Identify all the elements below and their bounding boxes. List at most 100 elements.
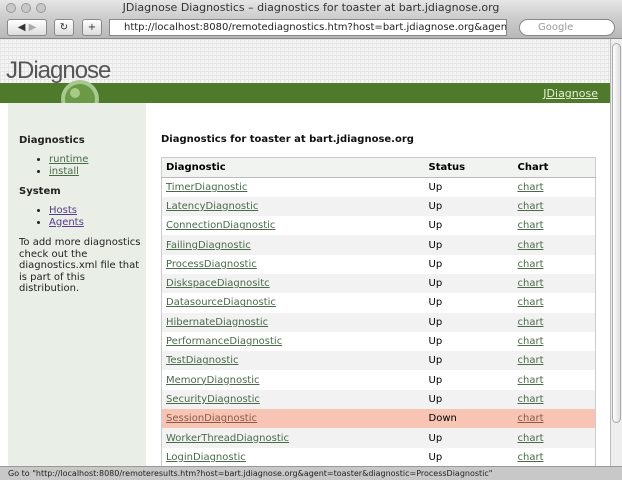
- diagnostic-link[interactable]: FailingDiagnostic: [166, 240, 251, 251]
- table-row: TimerDiagnostic Up chart: [162, 178, 596, 197]
- sidebar: Diagnostics runtime install System Hosts…: [8, 103, 146, 466]
- diagnostic-cell: ProcessDiagnostic: [162, 255, 425, 274]
- minimize-window-button[interactable]: [21, 3, 31, 13]
- status-cell: Up: [428, 336, 443, 348]
- status-cell: Up: [428, 374, 443, 386]
- diagnostic-cell: SecurityDiagnostic: [161, 389, 425, 410]
- chart-link[interactable]: chart: [518, 201, 544, 212]
- chart-link[interactable]: chart: [518, 240, 544, 251]
- chart-cell: chart: [514, 448, 596, 466]
- diagnostic-cell: WorkerThreadDiagnostic: [161, 428, 425, 448]
- sidebar-link-agents[interactable]: Agents: [49, 217, 84, 228]
- diagnostic-link[interactable]: DiskspaceDiagnositc: [166, 278, 270, 289]
- address-bar[interactable]: http://localhost:8080/remotediagnostics.…: [109, 19, 507, 36]
- table-row: HibernateDiagnostic Up chart: [161, 312, 596, 332]
- diagnostic-cell: ConnectionDiagnostic: [162, 216, 425, 235]
- diagnostic-link[interactable]: SessionDiagnostic: [166, 413, 257, 424]
- chart-link[interactable]: chart: [518, 413, 544, 424]
- table-row: FailingDiagnostic Up chart: [161, 235, 596, 255]
- diagnostic-cell: HibernateDiagnostic: [161, 312, 425, 332]
- back-icon[interactable]: ◀: [18, 22, 26, 33]
- add-bookmark-button[interactable]: +: [82, 19, 102, 36]
- diagnostic-link[interactable]: MemoryDiagnostic: [166, 375, 260, 386]
- status-cell: Up: [424, 389, 514, 410]
- home-link[interactable]: JDiagnose: [543, 87, 598, 100]
- chart-link[interactable]: chart: [518, 394, 544, 405]
- chart-link[interactable]: chart: [518, 278, 544, 289]
- status-cell: Up: [424, 312, 514, 332]
- column-header-diagnostic: Diagnostic: [161, 157, 425, 178]
- window-title: JDiagnose Diagnostics – diagnostics for …: [122, 1, 500, 14]
- title-bar: JDiagnose Diagnostics – diagnostics for …: [0, 0, 622, 16]
- chart-link[interactable]: chart: [518, 433, 544, 444]
- diagnostic-link[interactable]: LatencyDiagnostic: [166, 201, 258, 212]
- diagnostic-link[interactable]: LoginDiagnostic: [166, 452, 246, 463]
- diagnostic-cell: DatasourceDiagnostic: [162, 293, 425, 312]
- diagnostic-link[interactable]: ConnectionDiagnostic: [166, 220, 275, 231]
- diagnostic-link[interactable]: DatasourceDiagnostic: [166, 297, 276, 308]
- diagnostic-cell: TimerDiagnostic: [162, 178, 425, 197]
- status-cell: Up: [424, 196, 514, 217]
- chart-cell: chart: [514, 216, 596, 235]
- scrollbar-thumb[interactable]: [612, 43, 621, 423]
- chart-cell: chart: [513, 312, 596, 332]
- status-cell: Up: [428, 220, 443, 232]
- main-content: Diagnostics for toaster at bart.jdiagnos…: [161, 134, 596, 466]
- reload-icon: ↻: [59, 22, 69, 33]
- status-bar: Go to "http://localhost:8080/remoteresul…: [0, 466, 622, 480]
- sidebar-link-hosts[interactable]: Hosts: [49, 205, 77, 216]
- chart-link[interactable]: chart: [518, 297, 544, 308]
- status-cell: Up: [428, 181, 443, 193]
- forward-icon[interactable]: ▶: [29, 22, 37, 33]
- status-cell: Up: [424, 351, 514, 371]
- diagnostics-table: Diagnostic Status Chart TimerDiagnostic U…: [161, 157, 596, 466]
- diagnostics-heading: Diagnostics: [19, 135, 85, 146]
- table-row: MemoryDiagnostic Up chart: [162, 370, 596, 389]
- status-cell: Up: [428, 297, 443, 309]
- diagnostic-link[interactable]: ProcessDiagnostic: [166, 259, 257, 270]
- status-cell: Up: [428, 258, 443, 270]
- diagnostic-link[interactable]: SecurityDiagnostic: [166, 394, 260, 405]
- diagnostic-link[interactable]: TestDiagnostic: [166, 355, 239, 366]
- chart-link[interactable]: chart: [518, 355, 544, 366]
- status-cell: Up: [428, 451, 443, 463]
- reload-button[interactable]: ↻: [54, 19, 74, 36]
- diagnostic-link[interactable]: TimerDiagnostic: [166, 182, 247, 193]
- column-header-status: Status: [424, 157, 514, 178]
- table-row: WorkerThreadDiagnostic Up chart: [161, 428, 596, 448]
- diagnostic-link[interactable]: PerformanceDiagnostic: [166, 336, 282, 347]
- chart-link[interactable]: chart: [518, 259, 544, 270]
- chart-cell: chart: [513, 428, 596, 448]
- table-row: SessionDiagnostic Down chart: [161, 409, 596, 429]
- chart-cell: chart: [513, 351, 596, 371]
- table-row: ConnectionDiagnostic Up chart: [162, 216, 596, 235]
- chart-link[interactable]: chart: [518, 220, 544, 231]
- chart-link[interactable]: chart: [518, 375, 544, 386]
- diagnostic-cell: TestDiagnostic: [161, 351, 425, 371]
- zoom-window-button[interactable]: [36, 3, 46, 13]
- sidebar-note: To add more diagnostics check out the di…: [19, 237, 141, 294]
- diagnostic-link[interactable]: WorkerThreadDiagnostic: [166, 433, 289, 444]
- close-window-button[interactable]: [6, 3, 16, 13]
- back-forward-buttons[interactable]: ◀ ▶: [7, 19, 47, 36]
- diagnostic-link[interactable]: HibernateDiagnostic: [166, 317, 268, 328]
- status-cell: Up: [424, 235, 514, 255]
- chart-link[interactable]: chart: [518, 182, 544, 193]
- sidebar-link-install[interactable]: install: [49, 166, 79, 177]
- chart-link[interactable]: chart: [518, 336, 544, 347]
- search-input[interactable]: Google: [519, 19, 615, 36]
- column-header-chart: Chart: [513, 157, 596, 178]
- table-row: LatencyDiagnostic Up chart: [161, 196, 596, 217]
- chart-link[interactable]: chart: [518, 317, 544, 328]
- table-row: SecurityDiagnostic Up chart: [161, 389, 596, 410]
- sidebar-link-runtime[interactable]: runtime: [49, 154, 88, 165]
- chart-cell: chart: [514, 293, 596, 312]
- diagnostic-cell: SessionDiagnostic: [161, 409, 425, 429]
- chart-link[interactable]: chart: [518, 452, 544, 463]
- status-cell: Up: [424, 428, 514, 448]
- table-row: LoginDiagnostic Up chart: [162, 448, 596, 466]
- vertical-scrollbar[interactable]: [610, 39, 622, 466]
- system-heading: System: [19, 186, 61, 197]
- status-cell: Down: [424, 409, 514, 429]
- chart-cell: chart: [513, 235, 596, 255]
